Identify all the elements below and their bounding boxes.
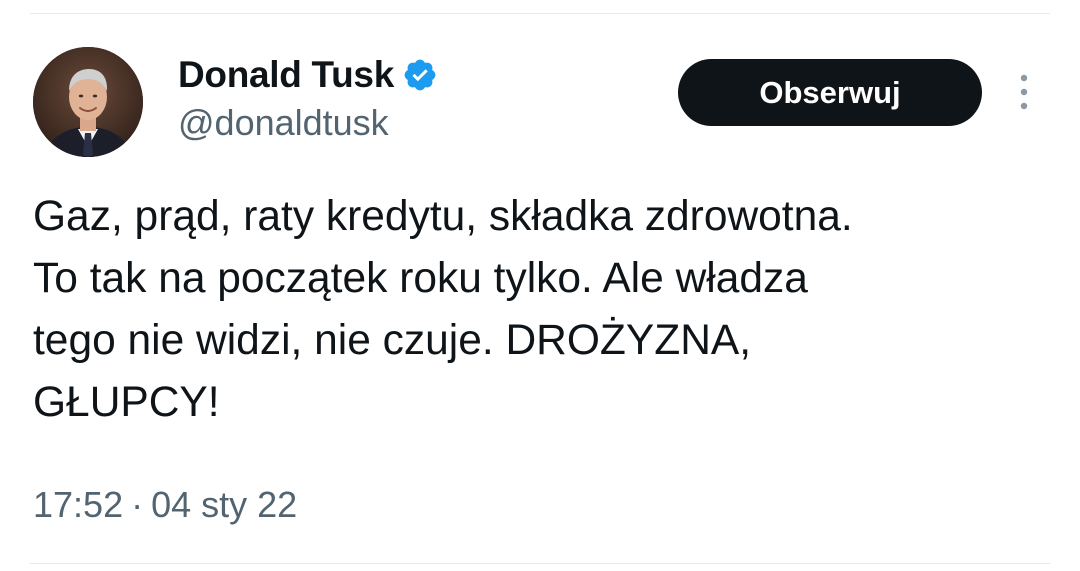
author-display-name[interactable]: Donald Tusk [178, 54, 394, 96]
author-name-row: Donald Tusk [178, 52, 438, 98]
avatar-photo [33, 47, 143, 157]
follow-button[interactable]: Obserwuj [678, 59, 982, 126]
bottom-divider [30, 563, 1050, 564]
tweet-meta: 17:52 · 04 sty 22 [33, 484, 297, 526]
tweet-date[interactable]: 04 sty 22 [151, 484, 297, 526]
more-vertical-icon[interactable] [1012, 72, 1036, 114]
meta-separator: · [131, 484, 144, 525]
verified-badge-icon[interactable] [402, 57, 438, 93]
tweet-text: Gaz, prąd, raty kredytu, składka zdrowot… [33, 193, 853, 426]
avatar[interactable] [33, 47, 143, 157]
author-handle[interactable]: @donaldtusk [178, 102, 389, 144]
tweet-time[interactable]: 17:52 [33, 484, 123, 526]
top-divider [30, 13, 1050, 14]
